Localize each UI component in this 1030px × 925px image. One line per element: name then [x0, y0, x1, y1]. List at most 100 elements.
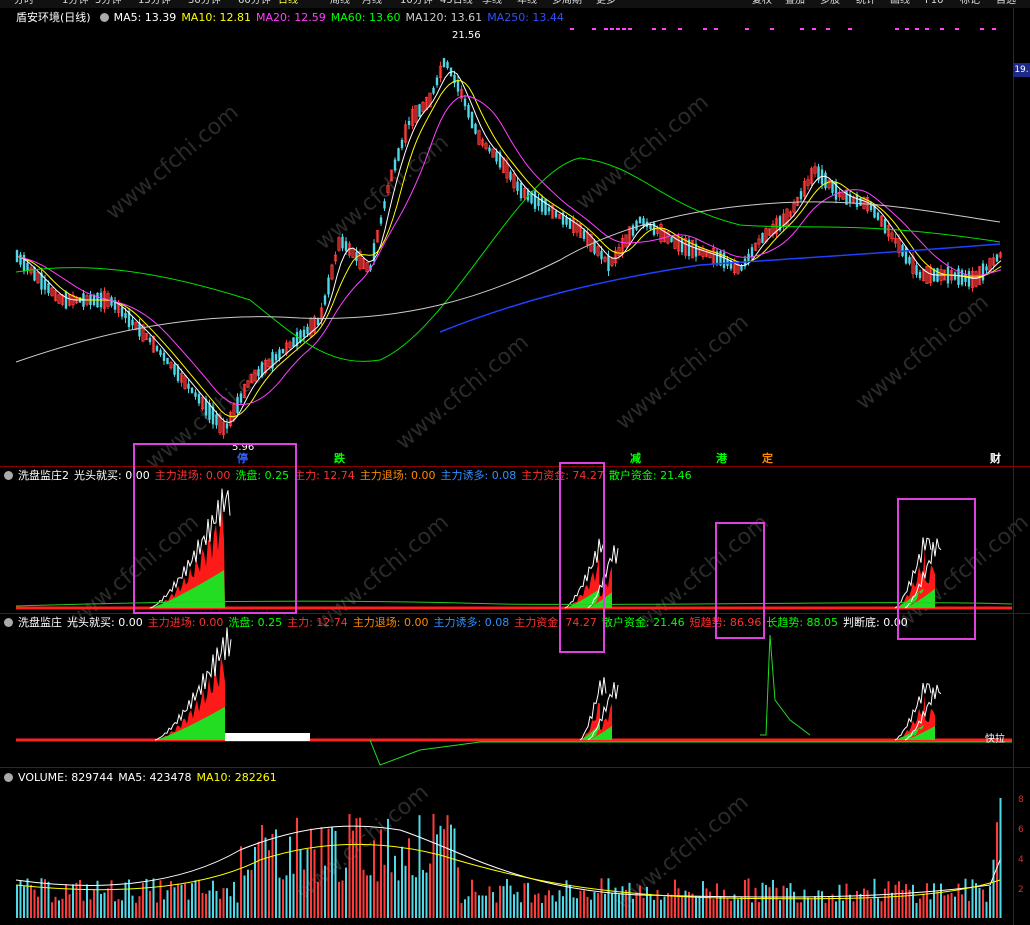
volume-bar — [96, 880, 99, 918]
candle-body — [799, 191, 803, 200]
volume-bar — [152, 878, 155, 918]
volume-bar — [212, 880, 214, 918]
candle-body — [831, 182, 834, 193]
top-markers — [570, 28, 996, 30]
highlight-box — [897, 498, 976, 640]
volume-bar — [100, 893, 102, 918]
marker — [800, 28, 804, 30]
settings-icon[interactable] — [4, 471, 13, 480]
ma-line — [16, 70, 1002, 424]
volume-bar — [285, 875, 288, 918]
volume-bar — [107, 888, 109, 918]
volume-bar — [222, 888, 225, 918]
volume-bar — [863, 888, 865, 918]
volume-bar — [481, 895, 484, 918]
volume-bar — [33, 889, 36, 918]
volume-bar — [838, 884, 841, 918]
candle-body — [239, 393, 243, 403]
volume-bar — [562, 896, 564, 918]
indicator-value: MA60: 13.60 — [330, 11, 401, 24]
settings-icon[interactable] — [4, 618, 13, 627]
long-trend-line — [760, 634, 811, 736]
volume-bar — [324, 865, 326, 918]
volume-bar — [586, 896, 589, 918]
indicator-value: 主力诱多: 0.08 — [433, 616, 510, 629]
volume-bar — [121, 900, 123, 918]
volume-bar — [765, 884, 767, 918]
volume-bar — [579, 890, 582, 918]
settings-icon[interactable] — [99, 13, 109, 22]
volume-bar — [810, 899, 813, 918]
volume-bar — [919, 898, 921, 918]
volume-bar — [936, 891, 939, 918]
volume-bar — [593, 892, 596, 918]
volume-bar — [163, 899, 165, 918]
indicator2-values: 光头就买: 0.00 主力进场: 0.00 洗盘: 0.25 主力: 12.74 主力退… — [67, 616, 913, 629]
volume-bar — [740, 897, 743, 918]
volume-bar — [607, 878, 610, 918]
marker — [992, 28, 996, 30]
volume-bar — [194, 880, 197, 918]
volume-bar — [873, 878, 876, 918]
marker — [915, 28, 919, 30]
high-price-label: 21.56 — [452, 30, 481, 41]
volume-bar — [744, 879, 746, 918]
volume-bar — [548, 890, 550, 918]
volume-bar — [709, 891, 711, 918]
volume-bar — [418, 815, 421, 918]
volume-bar — [835, 901, 837, 918]
volume-bar — [870, 898, 872, 918]
volume-bar — [541, 902, 543, 918]
marker — [980, 28, 984, 30]
volume-bar — [338, 881, 340, 918]
volume-bar — [565, 880, 568, 918]
candle-body — [306, 326, 309, 335]
volume-values: VOLUME: 829744 MA5: 423478 MA10: 282261 — [18, 771, 282, 784]
indicator-value: 光头就买: 0.00 — [67, 616, 143, 629]
volume-bar — [695, 896, 697, 918]
white-block — [225, 733, 310, 741]
volume-bar — [999, 798, 1002, 918]
panel-divider — [0, 767, 1030, 768]
marker — [652, 28, 656, 30]
volume-bar — [429, 863, 431, 918]
volume-bar — [495, 902, 498, 918]
indicator-value: MA10: 12.81 — [181, 11, 252, 24]
marker — [610, 28, 614, 30]
volume-bar — [908, 889, 911, 918]
candle-body — [131, 319, 134, 326]
candle-body — [120, 307, 124, 317]
volume-bar — [380, 829, 382, 918]
volume-bar — [124, 882, 127, 918]
volume-bar — [737, 899, 739, 918]
candle-body — [516, 181, 519, 191]
settings-icon[interactable] — [4, 773, 13, 782]
volume-bar — [597, 893, 599, 918]
volume-bar — [992, 859, 995, 918]
volume-bar — [30, 884, 32, 918]
volume-bar — [663, 896, 666, 918]
candle-body — [456, 80, 460, 92]
volume-bar — [341, 880, 344, 918]
volume-bar — [110, 880, 113, 918]
candle-body — [995, 254, 999, 262]
marker — [662, 28, 666, 30]
volume-bar — [16, 885, 18, 918]
candle-body — [159, 350, 162, 356]
volume-bar — [348, 814, 351, 918]
volume-bar — [117, 899, 120, 918]
candle-body — [467, 104, 470, 118]
candle-body — [953, 272, 957, 280]
volume-bar — [506, 879, 508, 918]
volume-bar — [201, 892, 204, 918]
volume-bar — [166, 890, 169, 918]
volume-bar — [796, 902, 799, 918]
candle-body — [155, 346, 159, 351]
volume-bar — [401, 846, 403, 918]
indicator-value: 长趋势: 88.05 — [766, 616, 839, 629]
volume-bar — [51, 902, 53, 918]
volume-bars — [16, 798, 1002, 918]
volume-bar — [828, 897, 830, 918]
marker — [616, 28, 620, 30]
volume-bar — [786, 888, 788, 918]
